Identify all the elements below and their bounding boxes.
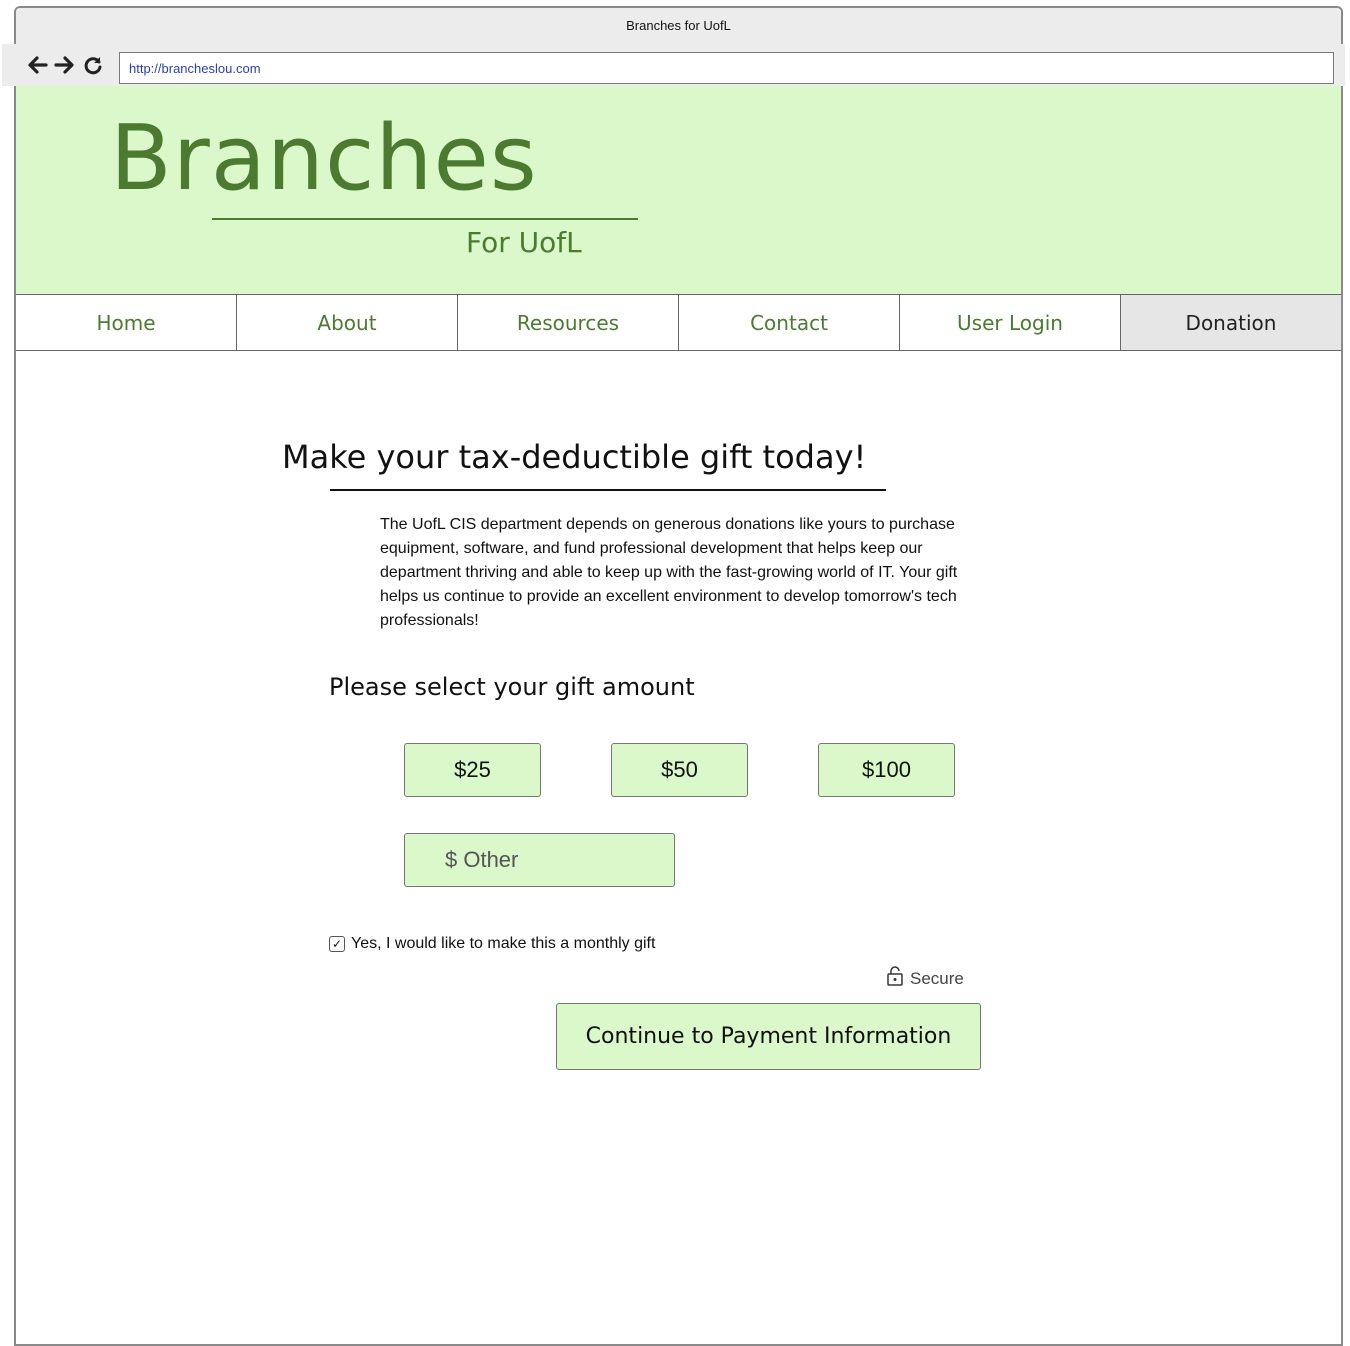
monthly-gift-label: Yes, I would like to make this a monthly…	[351, 935, 656, 952]
url-bar[interactable]: http://brancheslou.com	[119, 52, 1334, 84]
nav-item-user-login[interactable]: User Login	[900, 295, 1121, 350]
url-text: http://brancheslou.com	[129, 61, 261, 76]
monthly-gift-checkbox[interactable]: ✓	[329, 936, 345, 952]
logo-divider	[212, 218, 638, 220]
title-divider	[330, 489, 886, 491]
nav-item-donation[interactable]: Donation	[1121, 295, 1341, 350]
window-title: Branches for UofL	[626, 18, 731, 33]
nav-item-contact[interactable]: Contact	[679, 295, 900, 350]
gift-amount-label: Please select your gift amount	[329, 673, 695, 701]
reload-icon[interactable]	[82, 54, 104, 76]
amount-25-button[interactable]: $25	[404, 743, 541, 797]
nav-item-resources[interactable]: Resources	[458, 295, 679, 350]
nav-item-home[interactable]: Home	[16, 295, 237, 350]
intro-paragraph: The UofL CIS department depends on gener…	[380, 516, 958, 629]
page-title: Make your tax-deductible gift today!	[282, 438, 867, 476]
amount-50-button[interactable]: $50	[611, 743, 748, 797]
forward-arrow-icon[interactable]	[54, 54, 76, 76]
secure-label: Secure	[910, 968, 964, 988]
main-nav: Home About Resources Contact User Login …	[16, 295, 1341, 351]
site-subtitle: For UofL	[466, 226, 582, 259]
monthly-gift-option[interactable]: ✓ Yes, I would like to make this a month…	[329, 935, 655, 953]
browser-window: Branches for UofL http://brancheslou.com…	[2, 6, 1345, 1346]
other-amount-input[interactable]	[404, 833, 675, 887]
nav-item-about[interactable]: About	[237, 295, 458, 350]
amount-100-button[interactable]: $100	[818, 743, 955, 797]
secure-indicator: Secure	[886, 966, 964, 991]
lock-icon	[886, 966, 904, 991]
browser-toolbar: http://brancheslou.com	[2, 44, 1345, 86]
title-bar: Branches for UofL	[16, 8, 1341, 44]
back-arrow-icon[interactable]	[26, 54, 48, 76]
site-header: Branches For UofL	[16, 86, 1341, 295]
continue-to-payment-button[interactable]: Continue to Payment Information	[556, 1003, 981, 1070]
site-logo[interactable]: Branches	[110, 114, 538, 204]
